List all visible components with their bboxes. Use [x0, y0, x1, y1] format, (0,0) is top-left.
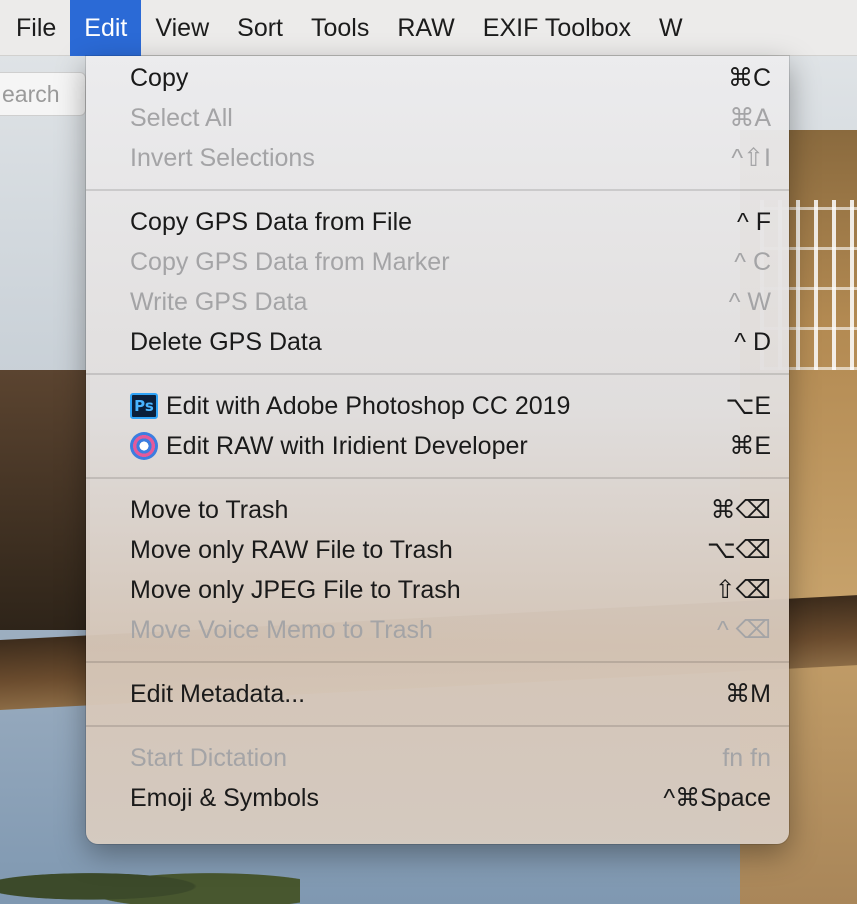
menu-separator — [86, 650, 789, 674]
menubar-item-sort[interactable]: Sort — [223, 0, 297, 56]
menubar-item-view[interactable]: View — [141, 0, 223, 56]
menu-separator — [86, 362, 789, 386]
menu-item-shortcut: ^ C — [734, 247, 771, 276]
menu-item-move-only-jpeg-file-to-trash[interactable]: Move only JPEG File to Trash ⇧⌫ — [86, 570, 789, 610]
menu-item-label: Edit Metadata... — [130, 679, 306, 708]
menu-item-content: Copy GPS Data from Marker — [130, 248, 691, 277]
menu-item-shortcut: ^ F — [737, 207, 771, 236]
menu-item-label: Start Dictation — [130, 743, 288, 772]
menu-item-shortcut: ⌘E — [729, 432, 771, 460]
menu-item-content: Select All — [130, 104, 691, 133]
menu-item-copy-gps-data-from-file[interactable]: Copy GPS Data from File ^ F — [86, 202, 789, 242]
menu-item-label: Move only JPEG File to Trash — [130, 575, 461, 604]
menu-item-content: Move to Trash — [130, 496, 691, 525]
menu-item-copy[interactable]: Copy ⌘C — [86, 58, 789, 98]
menu-item-content: Start Dictation — [130, 744, 691, 773]
menu-separator — [86, 466, 789, 490]
menubar-item-edit[interactable]: Edit — [70, 0, 142, 56]
menubar-item-tools[interactable]: Tools — [297, 0, 383, 56]
menu-item-select-all[interactable]: Select All ⌘A — [86, 98, 789, 138]
menu-item-emoji-symbols[interactable]: Emoji & Symbols ^⌘Space — [86, 778, 789, 818]
menu-item-content: Copy — [130, 64, 691, 93]
menu-item-label: Invert Selections — [130, 143, 315, 172]
menu-item-label: Move Voice Memo to Trash — [130, 615, 433, 644]
menu-item-content: Copy GPS Data from File — [130, 208, 691, 237]
menubar-item-raw[interactable]: RAW — [383, 0, 468, 56]
menu-item-content: Delete GPS Data — [130, 328, 691, 357]
menu-item-shortcut: ^⇧I — [731, 144, 771, 172]
menu-item-content: Invert Selections — [130, 144, 691, 173]
search-input[interactable]: earch — [0, 72, 86, 116]
menu-item-shortcut: ⌘C — [727, 64, 771, 92]
menu-item-label: Write GPS Data — [130, 287, 308, 316]
menu-item-invert-selections[interactable]: Invert Selections ^⇧I — [86, 138, 789, 178]
menu-item-content: Emoji & Symbols — [130, 784, 663, 813]
menu-item-edit-metadata[interactable]: Edit Metadata... ⌘M — [86, 674, 789, 714]
menu-item-label: Select All — [130, 103, 233, 132]
menu-item-delete-gps-data[interactable]: Delete GPS Data ^ D — [86, 322, 789, 362]
menu-item-move-to-trash[interactable]: Move to Trash ⌘⌫ — [86, 490, 789, 530]
menu-item-shortcut: fn fn — [722, 743, 771, 772]
menu-bar: File Edit View Sort Tools RAW EXIF Toolbox W — [0, 0, 857, 56]
menu-item-label: Emoji & Symbols — [130, 783, 319, 812]
menu-item-shortcut: ^ D — [734, 327, 771, 356]
menu-item-label: Move to Trash — [130, 495, 289, 524]
menu-item-shortcut: ⌥E — [725, 392, 771, 420]
photoshop-icon: Ps — [130, 393, 158, 419]
menu-item-move-voice-memo-to-trash[interactable]: Move Voice Memo to Trash ^ ⌫ — [86, 610, 789, 650]
menu-item-content: Move only JPEG File to Trash — [130, 576, 691, 605]
menu-item-content: Move only RAW File to Trash — [130, 536, 691, 565]
menu-item-edit-with-adobe-photoshop-cc-2019[interactable]: Ps Edit with Adobe Photoshop CC 2019 ⌥E — [86, 386, 789, 426]
menu-item-content: Edit RAW with Iridient Developer — [130, 432, 691, 461]
menu-item-shortcut: ⌥⌫ — [706, 536, 771, 564]
menu-item-label: Copy — [130, 63, 189, 92]
menubar-item-file[interactable]: File — [0, 0, 70, 56]
iridient-developer-icon — [130, 432, 158, 460]
menu-item-label: Delete GPS Data — [130, 327, 322, 356]
menu-item-edit-raw-with-iridient-developer[interactable]: Edit RAW with Iridient Developer ⌘E — [86, 426, 789, 466]
roof-eave — [0, 370, 90, 630]
menu-item-content: Edit Metadata... — [130, 680, 691, 709]
menu-item-shortcut: ⌘⌫ — [710, 496, 771, 524]
menu-item-write-gps-data[interactable]: Write GPS Data ^ W — [86, 282, 789, 322]
menu-item-start-dictation[interactable]: Start Dictation fn fn — [86, 738, 789, 778]
menu-item-content: Write GPS Data — [130, 288, 691, 317]
menu-separator — [86, 178, 789, 202]
menu-item-shortcut: ^ W — [728, 287, 771, 316]
menu-item-move-only-raw-file-to-trash[interactable]: Move only RAW File to Trash ⌥⌫ — [86, 530, 789, 570]
menu-item-copy-gps-data-from-marker[interactable]: Copy GPS Data from Marker ^ C — [86, 242, 789, 282]
menu-item-label: Move only RAW File to Trash — [130, 535, 453, 564]
menu-item-shortcut: ^ ⌫ — [716, 616, 771, 644]
menu-item-shortcut: ⇧⌫ — [714, 576, 771, 604]
menu-item-content: Move Voice Memo to Trash — [130, 616, 691, 645]
menubar-item-exif-toolbox[interactable]: EXIF Toolbox — [469, 0, 645, 56]
menu-item-label: Edit RAW with Iridient Developer — [166, 431, 528, 460]
menu-separator — [86, 714, 789, 738]
edit-menu-dropdown: Copy ⌘C Select All ⌘A Invert Selections ^⇧I Co… — [86, 56, 789, 844]
menu-item-content: Ps Edit with Adobe Photoshop CC 2019 — [130, 392, 691, 421]
menu-item-shortcut: ^⌘Space — [663, 784, 771, 812]
menu-item-label: Copy GPS Data from File — [130, 207, 413, 236]
trees — [0, 860, 300, 904]
menu-item-label: Edit with Adobe Photoshop CC 2019 — [166, 391, 571, 420]
menu-item-label: Copy GPS Data from Marker — [130, 247, 450, 276]
menu-item-shortcut: ⌘M — [725, 680, 771, 708]
menubar-item-w[interactable]: W — [645, 0, 697, 56]
menu-item-shortcut: ⌘A — [729, 104, 771, 132]
